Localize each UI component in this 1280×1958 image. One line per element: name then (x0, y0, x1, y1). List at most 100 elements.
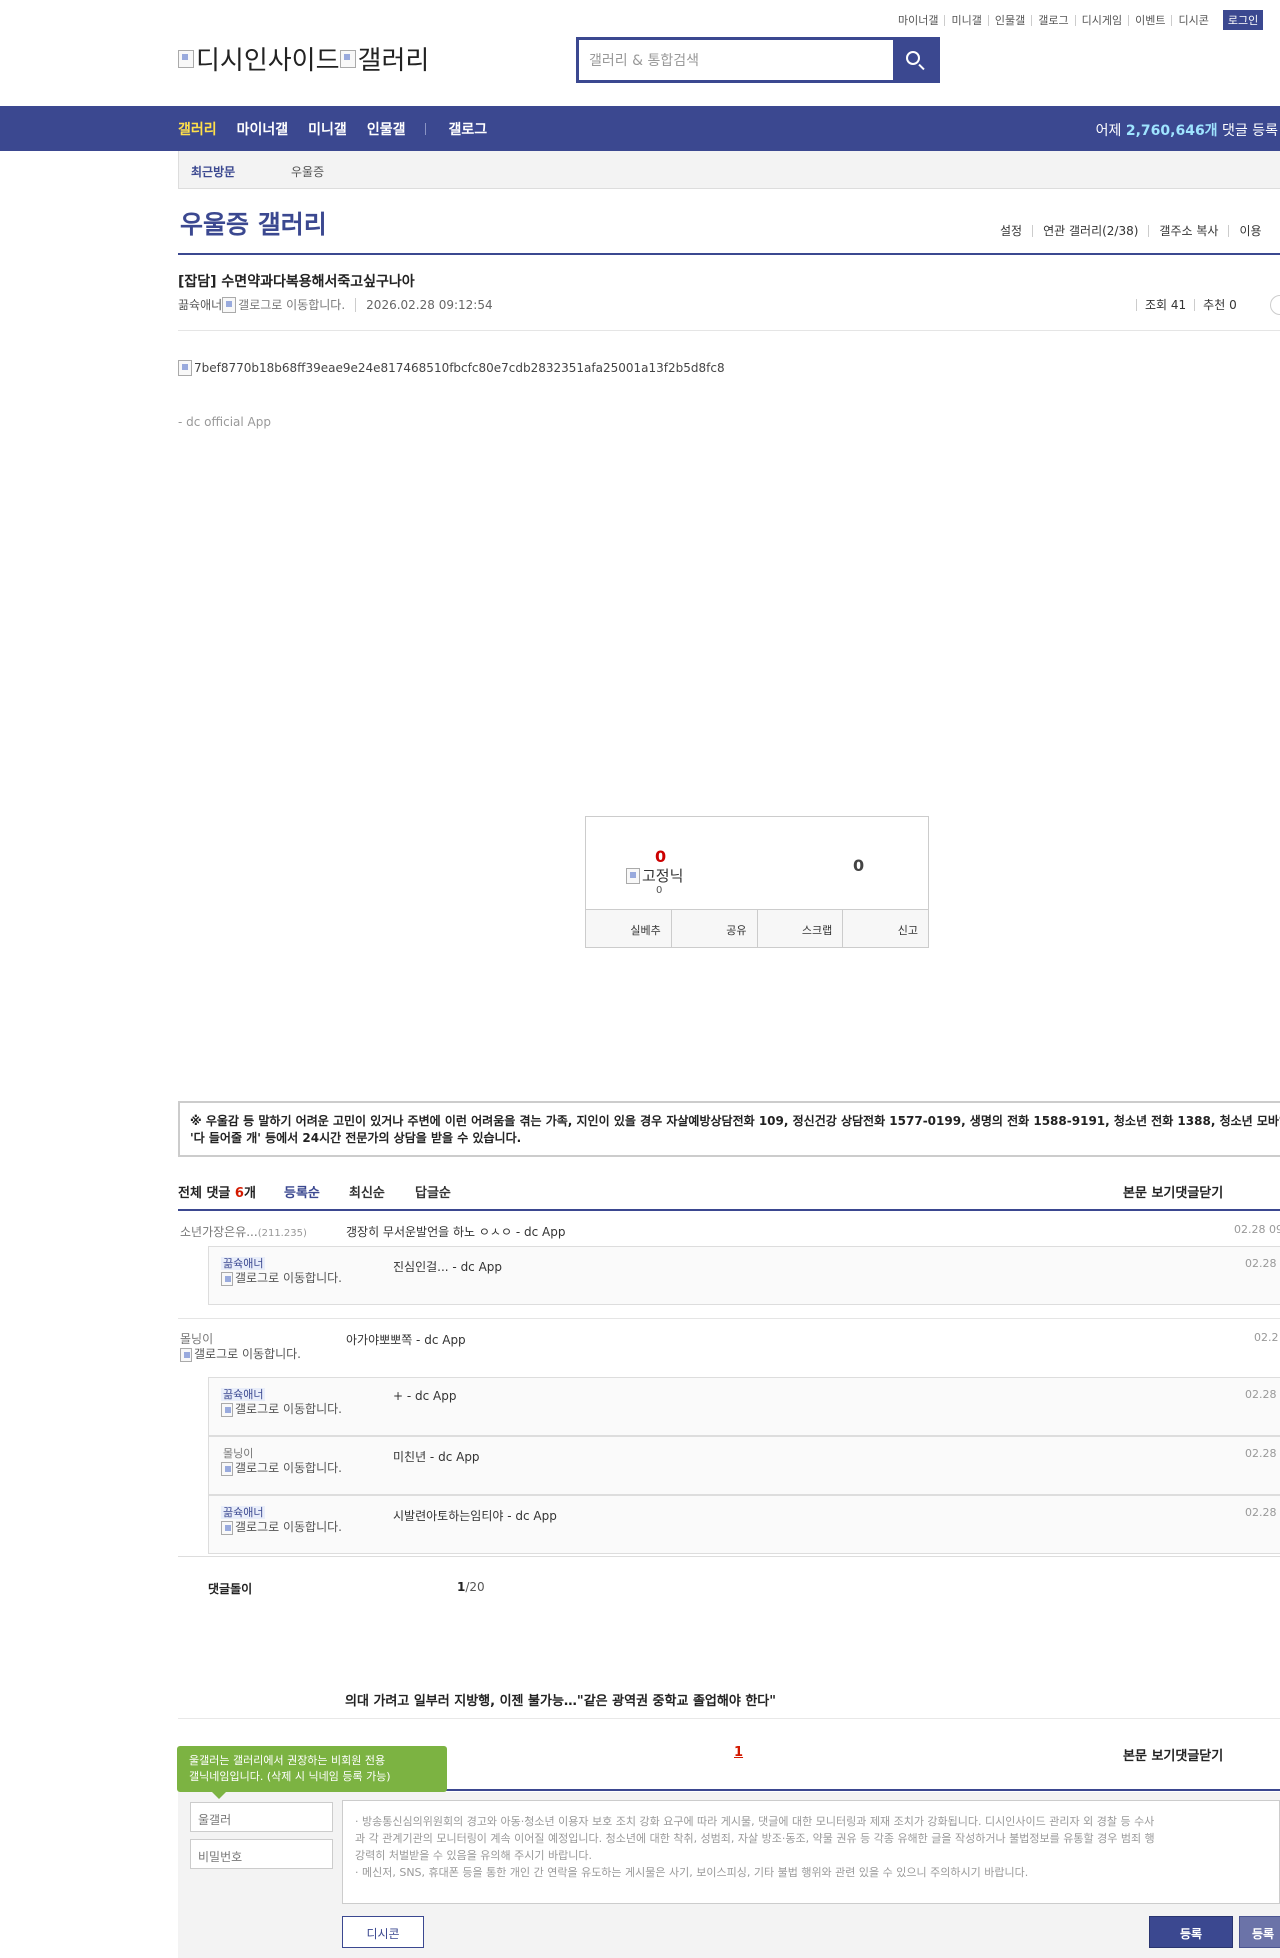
close-comments-button[interactable]: 댓글닫기 (1175, 1182, 1223, 1201)
post-title: [잡담] 수면약과다복용해서죽고싶구나아 (178, 274, 415, 290)
nav-person-gallery[interactable]: 인물갤 (367, 119, 406, 139)
dccon-button[interactable]: 디시콘 (342, 1916, 424, 1948)
comment-ip: (211.235) (257, 1228, 307, 1239)
logo-text-gallery: 갤러리 (357, 46, 430, 76)
comment-nick[interactable]: 몰닝이 갤로그로 이동합니다. (180, 1330, 301, 1362)
gallog-link[interactable]: 갤로그로 이동합니다. (221, 1403, 342, 1417)
write-notice-line: 강력히 처벌받을 수 있음을 유의해 주시기 바랍니다. (355, 1849, 592, 1862)
reply-item: 몰닝이 갤로그로 이동합니다. 미친년 - dc App 02.28 0 (208, 1436, 1280, 1495)
broken-image-icon (178, 360, 192, 376)
broken-image-icon (221, 1521, 233, 1535)
comments-total: 전체 댓글 6개 (178, 1182, 256, 1201)
copy-gallery-address-link[interactable]: 갤주소 복사 (1148, 225, 1228, 237)
yesterday-count: 2,760,646개 (1125, 123, 1218, 139)
sort-by-replies[interactable]: 답글순 (415, 1182, 451, 1201)
search-box: 갤러리 & 통합검색 (576, 37, 940, 83)
comments-header-actions: 본문 보기 댓글닫기 (1123, 1182, 1223, 1201)
divider (178, 1209, 1280, 1211)
broken-image-icon (221, 1403, 233, 1417)
reply-time: 02.28 0 (1245, 1506, 1280, 1519)
broken-image-icon (221, 1462, 233, 1476)
comment-nick-text: 몰닝이 (180, 1332, 214, 1346)
news-headline-link[interactable]: 의대 가려고 일부러 지방행, 이젠 불가능…"같은 광역권 중학교 졸업해야 … (345, 1690, 776, 1709)
toplink-dccon[interactable]: 디시콘 (1171, 14, 1214, 26)
gallery-settings-link[interactable]: 설정 (1000, 225, 1032, 237)
comment-nick-text: 소년가장은유... (180, 1225, 258, 1239)
nav-gallog[interactable]: 갤로그 (448, 119, 487, 139)
comment-text: 갱장히 무서운발언을 하노 ㅇㅅㅇ - dc App (346, 1225, 566, 1239)
post-meta: 끎슉애너 갤로그로 이동합니다. 2026.02.28 09:12:54 (178, 296, 493, 313)
reply-item: 끎슉애너 갤로그로 이동합니다. + - dc App 02.28 0 (208, 1377, 1280, 1436)
toplink-person-gallery[interactable]: 인물갤 (987, 14, 1031, 26)
comment-page-1[interactable]: 1 (734, 1745, 743, 1760)
gallery-title[interactable]: 우울증 갤러리 (180, 205, 327, 241)
toplink-minor-gallery[interactable]: 마이너갤 (892, 15, 944, 26)
yesterday-suffix: 댓글 등록 (1217, 123, 1278, 139)
broken-image-icon (339, 49, 356, 68)
nav-minor-gallery[interactable]: 마이너갤 (237, 119, 289, 139)
toplink-gallog[interactable]: 갤로그 (1031, 14, 1074, 26)
broken-image-icon (222, 296, 237, 313)
share-button[interactable]: 공유 (670, 910, 757, 947)
post-image-alt: 7bef8770b18b68ff39eae9e24e817468510fbcfc… (194, 361, 725, 375)
nav-mini-gallery[interactable]: 미니갤 (308, 119, 347, 139)
gallog-link[interactable]: 갤로그로 이동합니다. (222, 296, 345, 313)
gallog-alt-text: 갤로그로 이동합니다. (238, 298, 346, 312)
login-button[interactable]: 로그인 (1222, 10, 1264, 30)
comment-write-box: 울갤러 비밀번호 · 방송통신심의위원회의 경고와 아동·청소년 이용자 보호 … (178, 1792, 1280, 1958)
recommend-up-count[interactable]: 0 (655, 847, 666, 866)
reply-text: + - dc App (393, 1389, 457, 1403)
toplink-dcgame[interactable]: 디시게임 (1074, 14, 1128, 26)
reply-nick[interactable]: 몰닝이 갤로그로 이동합니다. (221, 1445, 342, 1476)
scrap-button[interactable]: 스크랩 (756, 910, 843, 947)
reply-item: 끎슉애너 갤로그로 이동합니다. 진심인걸... - dc App 02.28 … (208, 1246, 1280, 1305)
search-input[interactable]: 갤러리 & 통합검색 (579, 40, 893, 80)
comments-total-count: 6 (234, 1186, 244, 1201)
comment-text: 아가야뽀뽀쪽 - dc App (346, 1333, 466, 1347)
gallog-link[interactable]: 갤로그로 이동합니다. (221, 1272, 342, 1286)
comment-time: 02.28 09 (1234, 1223, 1280, 1236)
reply-nick[interactable]: 끎슉애너 갤로그로 이동합니다. (221, 1255, 342, 1286)
view-post-button[interactable]: 본문 보기 (1123, 1182, 1175, 1201)
toplink-event[interactable]: 이벤트 (1128, 14, 1171, 26)
post-author[interactable]: 끎슉애너 (178, 296, 222, 313)
reply-time: 02.28 0 (1245, 1447, 1280, 1460)
view-post-button[interactable]: 본문 보기 (1123, 1745, 1175, 1764)
comment-count-circle-icon[interactable] (1270, 295, 1280, 315)
toplink-mini-gallery[interactable]: 미니갤 (944, 14, 987, 26)
reply-nick[interactable]: 끎슉애너 갤로그로 이동합니다. (221, 1504, 342, 1535)
nav-gallery[interactable]: 갤러리 (178, 119, 217, 139)
gallog-alt-text: 갤로그로 이동합니다. (194, 1347, 301, 1361)
gallog-alt-text: 갤로그로 이동합니다. (235, 1402, 342, 1416)
broken-image-icon (221, 1272, 233, 1286)
reply-text: 진심인걸... - dc App (393, 1260, 503, 1274)
pager-total: /20 (465, 1580, 485, 1594)
gallog-link[interactable]: 갤로그로 이동합니다. (221, 1521, 342, 1535)
submit-secondary-button[interactable]: 등록 (1239, 1916, 1280, 1948)
notice-line-1: ※ 우울감 등 말하기 어려운 고민이 있거나 주변에 이런 어려움을 겪는 가… (190, 1114, 1280, 1128)
report-button[interactable]: 신고 (842, 910, 928, 947)
comment-nick[interactable]: 소년가장은유...(211.235) (180, 1223, 307, 1240)
close-comments-button[interactable]: 댓글닫기 (1175, 1745, 1223, 1764)
best-recommend-button[interactable]: 실베추 (586, 910, 671, 947)
nickname-input[interactable]: 울갤러 (190, 1802, 333, 1832)
sort-by-latest[interactable]: 최신순 (349, 1182, 385, 1201)
yesterday-comment-count: 어제 2,760,646개 댓글 등록 (1096, 120, 1278, 140)
notice-line-2: '다 들어줄 개' 등에서 24시간 전문가의 상담을 받을 수 있습니다. (190, 1131, 522, 1145)
gallery-usage-link[interactable]: 이용 (1228, 225, 1271, 237)
password-input[interactable]: 비밀번호 (190, 1839, 333, 1869)
recommend-down-count[interactable]: 0 (853, 856, 864, 875)
reply-text: 시발련아토하는임티야 - dc App (393, 1509, 557, 1523)
sort-by-registration[interactable]: 등록순 (284, 1182, 320, 1201)
site-logo[interactable]: 디시인사이드 갤러리 (178, 40, 429, 77)
comments-total-prefix: 전체 댓글 (178, 1186, 235, 1201)
recent-gallery-link[interactable]: 우울증 (291, 163, 324, 180)
submit-button[interactable]: 등록 (1149, 1916, 1233, 1948)
gallog-link[interactable]: 갤로그로 이동합니다. (221, 1462, 342, 1476)
related-gallery-link[interactable]: 연관 갤러리(2/38) (1032, 225, 1148, 237)
search-button[interactable] (893, 40, 937, 80)
reply-nick[interactable]: 끎슉애너 갤로그로 이동합니다. (221, 1386, 342, 1417)
gallog-link[interactable]: 갤로그로 이동합니다. (180, 1348, 301, 1362)
comment-textarea[interactable]: · 방송통신심의위원회의 경고와 아동·청소년 이용자 보호 조치 강화 요구에… (342, 1800, 1280, 1904)
write-notice-line: · 방송통신심의위원회의 경고와 아동·청소년 이용자 보호 조치 강화 요구에… (355, 1815, 1155, 1828)
